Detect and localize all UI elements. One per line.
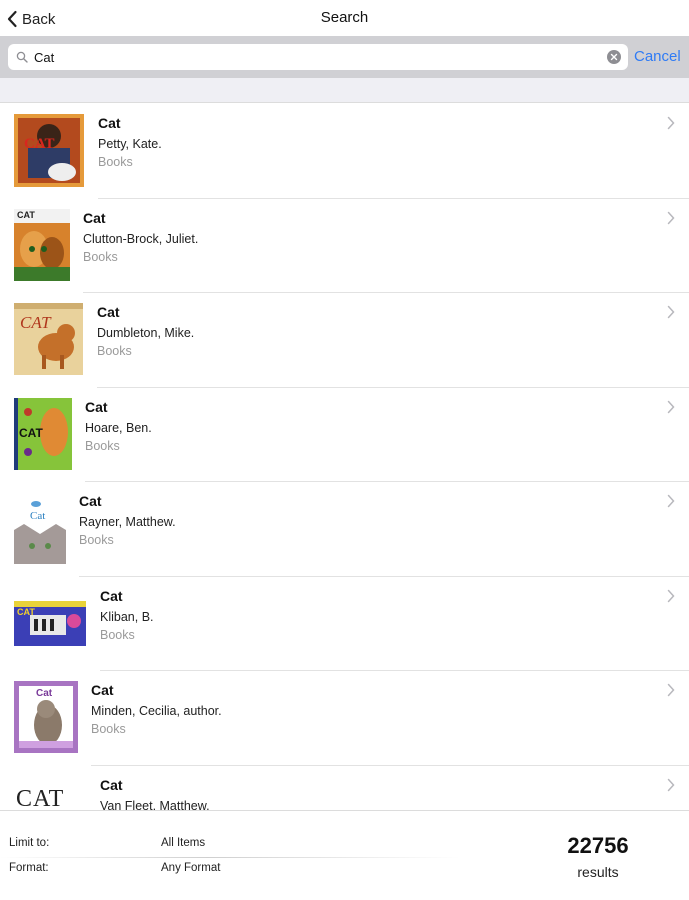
list-item[interactable]: CAT Cat Clutton-Brock, Juliet. Books [0, 198, 689, 293]
list-item[interactable]: CAT Cat Petty, Kate. Books [0, 104, 689, 199]
result-title: Cat [100, 776, 123, 793]
cover-title: CAT [17, 606, 35, 617]
cover-title: Cat [30, 510, 46, 522]
result-format: Books [98, 155, 133, 169]
chevron-right-icon [667, 211, 675, 224]
result-format: Books [91, 722, 126, 736]
format-selector[interactable]: Any Format [161, 862, 220, 874]
list-item[interactable]: CAT Cat Kliban, B. Books [0, 576, 689, 671]
navigation-bar: Back Search [0, 0, 689, 36]
cover-title: CAT [17, 209, 35, 220]
search-input[interactable] [34, 46, 594, 68]
limit-label: Limit to: [9, 837, 50, 849]
result-author: Dumbleton, Mike. [97, 326, 195, 340]
chevron-right-icon [667, 116, 675, 130]
search-icon [16, 51, 28, 63]
list-item[interactable]: CAT Cat Dumbleton, Mike. Books [0, 293, 689, 388]
list-item[interactable]: CAT Cat Hoare, Ben. Books [0, 387, 689, 482]
result-author: Petty, Kate. [98, 137, 162, 151]
cancel-button[interactable]: Cancel [634, 48, 681, 65]
list-item[interactable]: CAT Cat Van Fleet, Matthew. [0, 765, 689, 811]
result-count-label: results [577, 864, 619, 880]
chevron-right-icon [667, 778, 675, 791]
chevron-right-icon [667, 589, 675, 602]
result-title: Cat [85, 398, 108, 415]
list-item[interactable]: Cat Cat Minden, Cecilia, author. Books [0, 671, 689, 766]
clear-icon[interactable] [607, 50, 621, 64]
cover-title: CAT [20, 313, 51, 332]
result-title: Cat [98, 115, 121, 131]
result-format: Books [100, 627, 135, 642]
result-author: Rayner, Matthew. [79, 515, 176, 529]
result-format: Books [85, 438, 120, 453]
book-cover-image: CAT [14, 397, 72, 470]
search-field[interactable] [8, 44, 628, 70]
chevron-right-icon [667, 305, 675, 319]
book-cover-image: CAT [14, 785, 86, 811]
book-cover-image: Cat [14, 492, 66, 564]
cover-title: CAT [16, 785, 65, 811]
result-title: Cat [83, 209, 106, 226]
result-author: Hoare, Ben. [85, 420, 152, 435]
chevron-right-icon [667, 400, 675, 413]
book-cover-image: Cat [14, 681, 78, 753]
result-format: Books [79, 533, 114, 547]
result-author: Kliban, B. [100, 609, 154, 624]
result-format: Books [83, 249, 118, 264]
divider [0, 857, 460, 858]
book-cover-image: CAT [14, 208, 70, 281]
result-title: Cat [97, 304, 120, 320]
book-cover-image: CAT [14, 600, 86, 646]
result-author: Van Fleet, Matthew. [100, 798, 210, 811]
chevron-right-icon [667, 494, 675, 508]
list-item[interactable]: Cat Cat Rayner, Matthew. Books [0, 482, 689, 577]
chevron-right-icon [667, 683, 675, 697]
page-title: Search [320, 9, 369, 26]
result-count: 22756 [567, 833, 629, 858]
cover-title: CAT [19, 425, 43, 440]
search-bar: Cancel [0, 36, 689, 78]
result-format: Books [97, 344, 132, 358]
book-cover-image: CAT [14, 303, 83, 375]
cover-title: Cat [36, 688, 53, 699]
result-author: Minden, Cecilia, author. [91, 704, 222, 718]
search-filter-footer: Limit to: All Items Format: Any Format 2… [0, 810, 689, 900]
result-author: Clutton-Brock, Juliet. [83, 231, 199, 246]
results-list[interactable]: CAT Cat Petty, Kate. Books CAT Cat Clutt… [0, 104, 689, 810]
limit-selector[interactable]: All Items [161, 837, 205, 849]
section-spacer [0, 78, 689, 103]
format-label: Format: [9, 862, 49, 874]
result-title: Cat [100, 587, 123, 604]
result-title: Cat [91, 682, 114, 698]
book-cover-image: CAT [14, 114, 84, 187]
close-icon [610, 53, 618, 61]
result-title: Cat [79, 493, 102, 509]
cover-title: CAT [24, 136, 55, 152]
